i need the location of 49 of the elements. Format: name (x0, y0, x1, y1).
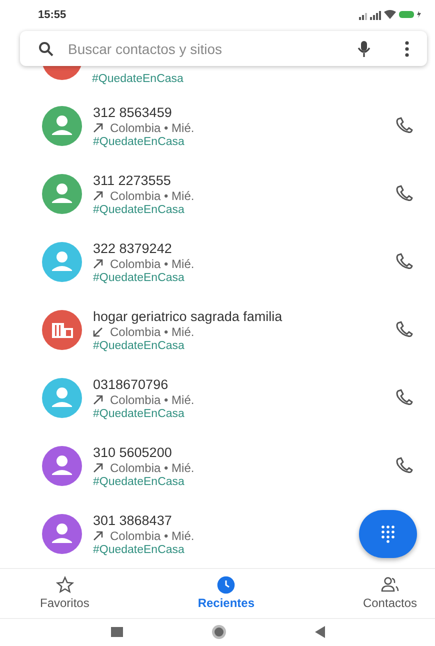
more-options-icon[interactable] (405, 40, 409, 57)
search-icon (38, 40, 54, 57)
call-tag: #QuedateEnCasa (93, 340, 395, 352)
battery-icon (399, 11, 414, 18)
call-details: Colombia • Mié. (110, 256, 194, 271)
call-tag: #QuedateEnCasa (93, 408, 395, 420)
nav-tab[interactable]: Favoritos (40, 569, 90, 618)
recents-key-icon[interactable] (110, 627, 122, 638)
nav-tab[interactable]: Contactos (362, 569, 417, 618)
phone-icon[interactable] (395, 117, 415, 136)
call-details: Colombia • Mié. (110, 324, 194, 339)
search-field[interactable]: Buscar contactos y sitios (20, 31, 427, 66)
caller-name: 310 5605200 (93, 444, 173, 460)
call-tag: #QuedateEnCasa (93, 544, 415, 556)
home-key-icon[interactable] (210, 624, 226, 640)
wifi-icon (384, 10, 396, 20)
caller-name: 312 8563459 (93, 104, 173, 120)
call-tag: #QuedateEnCasa (93, 204, 395, 216)
caller-name: 0318670796 (93, 376, 170, 392)
call-details: Colombia • Mié. (110, 188, 194, 203)
star-icon (56, 576, 74, 594)
call-details: Colombia • Mié. (110, 120, 194, 135)
call-tag: #QuedateEnCasa (93, 476, 395, 488)
back-key-icon[interactable] (314, 626, 324, 638)
phone-icon[interactable] (395, 457, 415, 476)
call-tag: #QuedateEnCasa (93, 136, 395, 148)
caller-name: 311 2273555 (93, 172, 172, 188)
caller-name: 301 3868437 (93, 512, 173, 528)
people-icon (380, 576, 400, 594)
dialpad-button[interactable] (359, 510, 417, 558)
microphone-icon[interactable] (357, 40, 371, 58)
signal-icon (370, 10, 381, 20)
caller-name: hogar geriatrico sagrada familia (93, 308, 284, 324)
call-tag: #QuedateEnCasa (92, 73, 184, 86)
call-details: Colombia • Mié. (110, 528, 194, 543)
status-time: 15:55 (38, 8, 66, 21)
phone-icon[interactable] (395, 321, 415, 340)
charging-icon (417, 11, 421, 18)
phone-icon[interactable] (395, 185, 415, 204)
clock-icon (217, 576, 236, 594)
caller-name: 322 8379242 (93, 240, 173, 256)
call-tag: #QuedateEnCasa (93, 272, 395, 284)
phone-icon[interactable] (395, 389, 415, 408)
nav-tab[interactable]: Recientes (198, 569, 255, 618)
phone-icon[interactable] (395, 253, 415, 272)
call-details: Colombia • Mié. (110, 460, 194, 475)
dialpad-icon (381, 525, 395, 544)
call-details: Colombia • Mié. (110, 392, 194, 407)
search-placeholder: Buscar contactos y sitios (68, 40, 224, 57)
